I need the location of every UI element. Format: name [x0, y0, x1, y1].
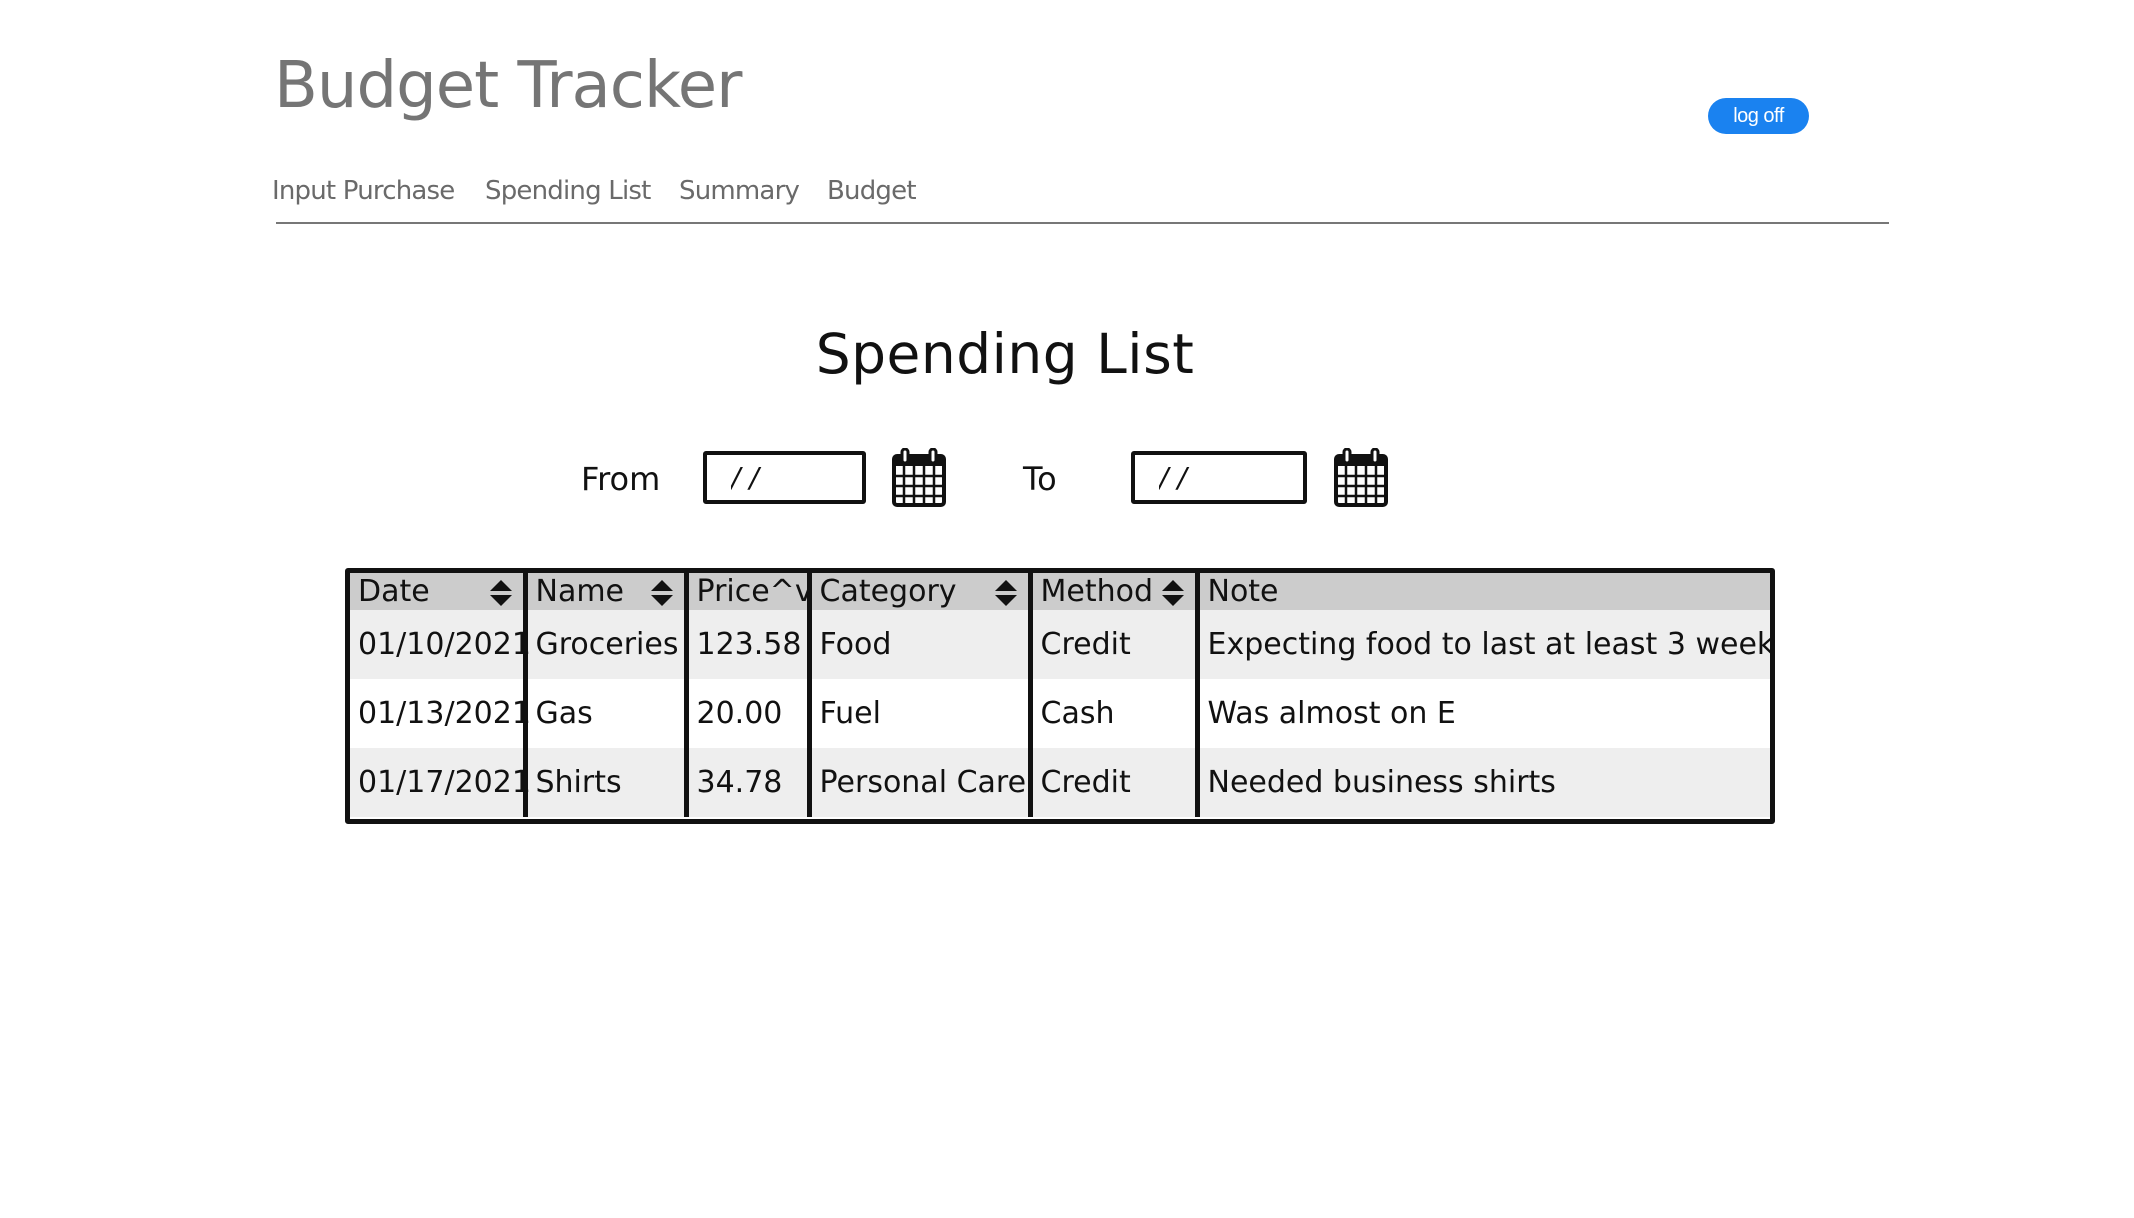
cell-name: Shirts	[522, 748, 686, 817]
nav-budget[interactable]: Budget	[827, 176, 917, 206]
column-header-note: Note	[1194, 573, 1770, 610]
column-header-method[interactable]: Method	[1027, 573, 1197, 610]
sort-updown-icon[interactable]	[489, 578, 513, 608]
calendar-icon[interactable]	[891, 448, 947, 508]
cell-price: 123.58	[683, 610, 809, 679]
cell-note: Needed business shirts	[1194, 748, 1770, 817]
nav-spending-list[interactable]: Spending List	[485, 176, 651, 206]
table-header-row: Date Name Price^v Category Method Note	[350, 573, 1770, 610]
table-row[interactable]: 01/10/2021 Groceries 123.58 Food Credit …	[350, 610, 1770, 679]
table-row[interactable]: 01/17/2021 Shirts 34.78 Personal Care Cr…	[350, 748, 1770, 817]
logoff-button[interactable]: log off	[1708, 98, 1809, 134]
column-header-label: Category	[819, 574, 957, 609]
nav-divider	[276, 222, 1889, 224]
page-heading: Spending List	[815, 322, 1195, 386]
from-label: From	[581, 460, 661, 498]
column-header-name[interactable]: Name	[522, 573, 686, 610]
cell-note: Was almost on E	[1194, 679, 1770, 748]
column-header-label: Price^v	[696, 574, 813, 609]
column-header-date[interactable]: Date	[350, 573, 525, 610]
column-header-label: Date	[358, 574, 430, 609]
cell-date: 01/10/2021	[350, 610, 531, 679]
calendar-icon[interactable]	[1333, 448, 1389, 508]
sort-updown-icon[interactable]	[650, 578, 674, 608]
cell-category: Personal Care	[806, 748, 1030, 817]
column-header-label: Note	[1207, 574, 1279, 609]
cell-note: Expecting food to last at least 3 weeks	[1194, 610, 1770, 679]
cell-date: 01/17/2021	[350, 748, 531, 817]
to-date-input[interactable]	[1131, 451, 1307, 504]
table-row[interactable]: 01/13/2021 Gas 20.00 Fuel Cash Was almos…	[350, 679, 1770, 748]
nav-summary[interactable]: Summary	[679, 176, 800, 206]
column-header-label: Name	[535, 574, 625, 609]
cell-category: Food	[806, 610, 1030, 679]
nav-input-purchase[interactable]: Input Purchase	[272, 176, 455, 206]
app-title: Budget Tracker	[274, 49, 742, 123]
cell-date: 01/13/2021	[350, 679, 531, 748]
sort-updown-icon[interactable]	[994, 578, 1018, 608]
cell-method: Cash	[1027, 679, 1197, 748]
cell-price: 20.00	[683, 679, 809, 748]
cell-category: Fuel	[806, 679, 1030, 748]
cell-name: Groceries	[522, 610, 686, 679]
sort-updown-icon[interactable]	[1161, 578, 1185, 608]
column-header-category[interactable]: Category	[806, 573, 1030, 610]
column-header-price[interactable]: Price^v	[683, 573, 813, 610]
cell-method: Credit	[1027, 610, 1197, 679]
cell-method: Credit	[1027, 748, 1197, 817]
cell-price: 34.78	[683, 748, 809, 817]
cell-name: Gas	[522, 679, 686, 748]
column-header-label: Method	[1040, 574, 1154, 609]
spending-table: Date Name Price^v Category Method Note 0…	[345, 568, 1775, 824]
from-date-input[interactable]	[703, 451, 866, 504]
to-label: To	[1023, 460, 1057, 498]
